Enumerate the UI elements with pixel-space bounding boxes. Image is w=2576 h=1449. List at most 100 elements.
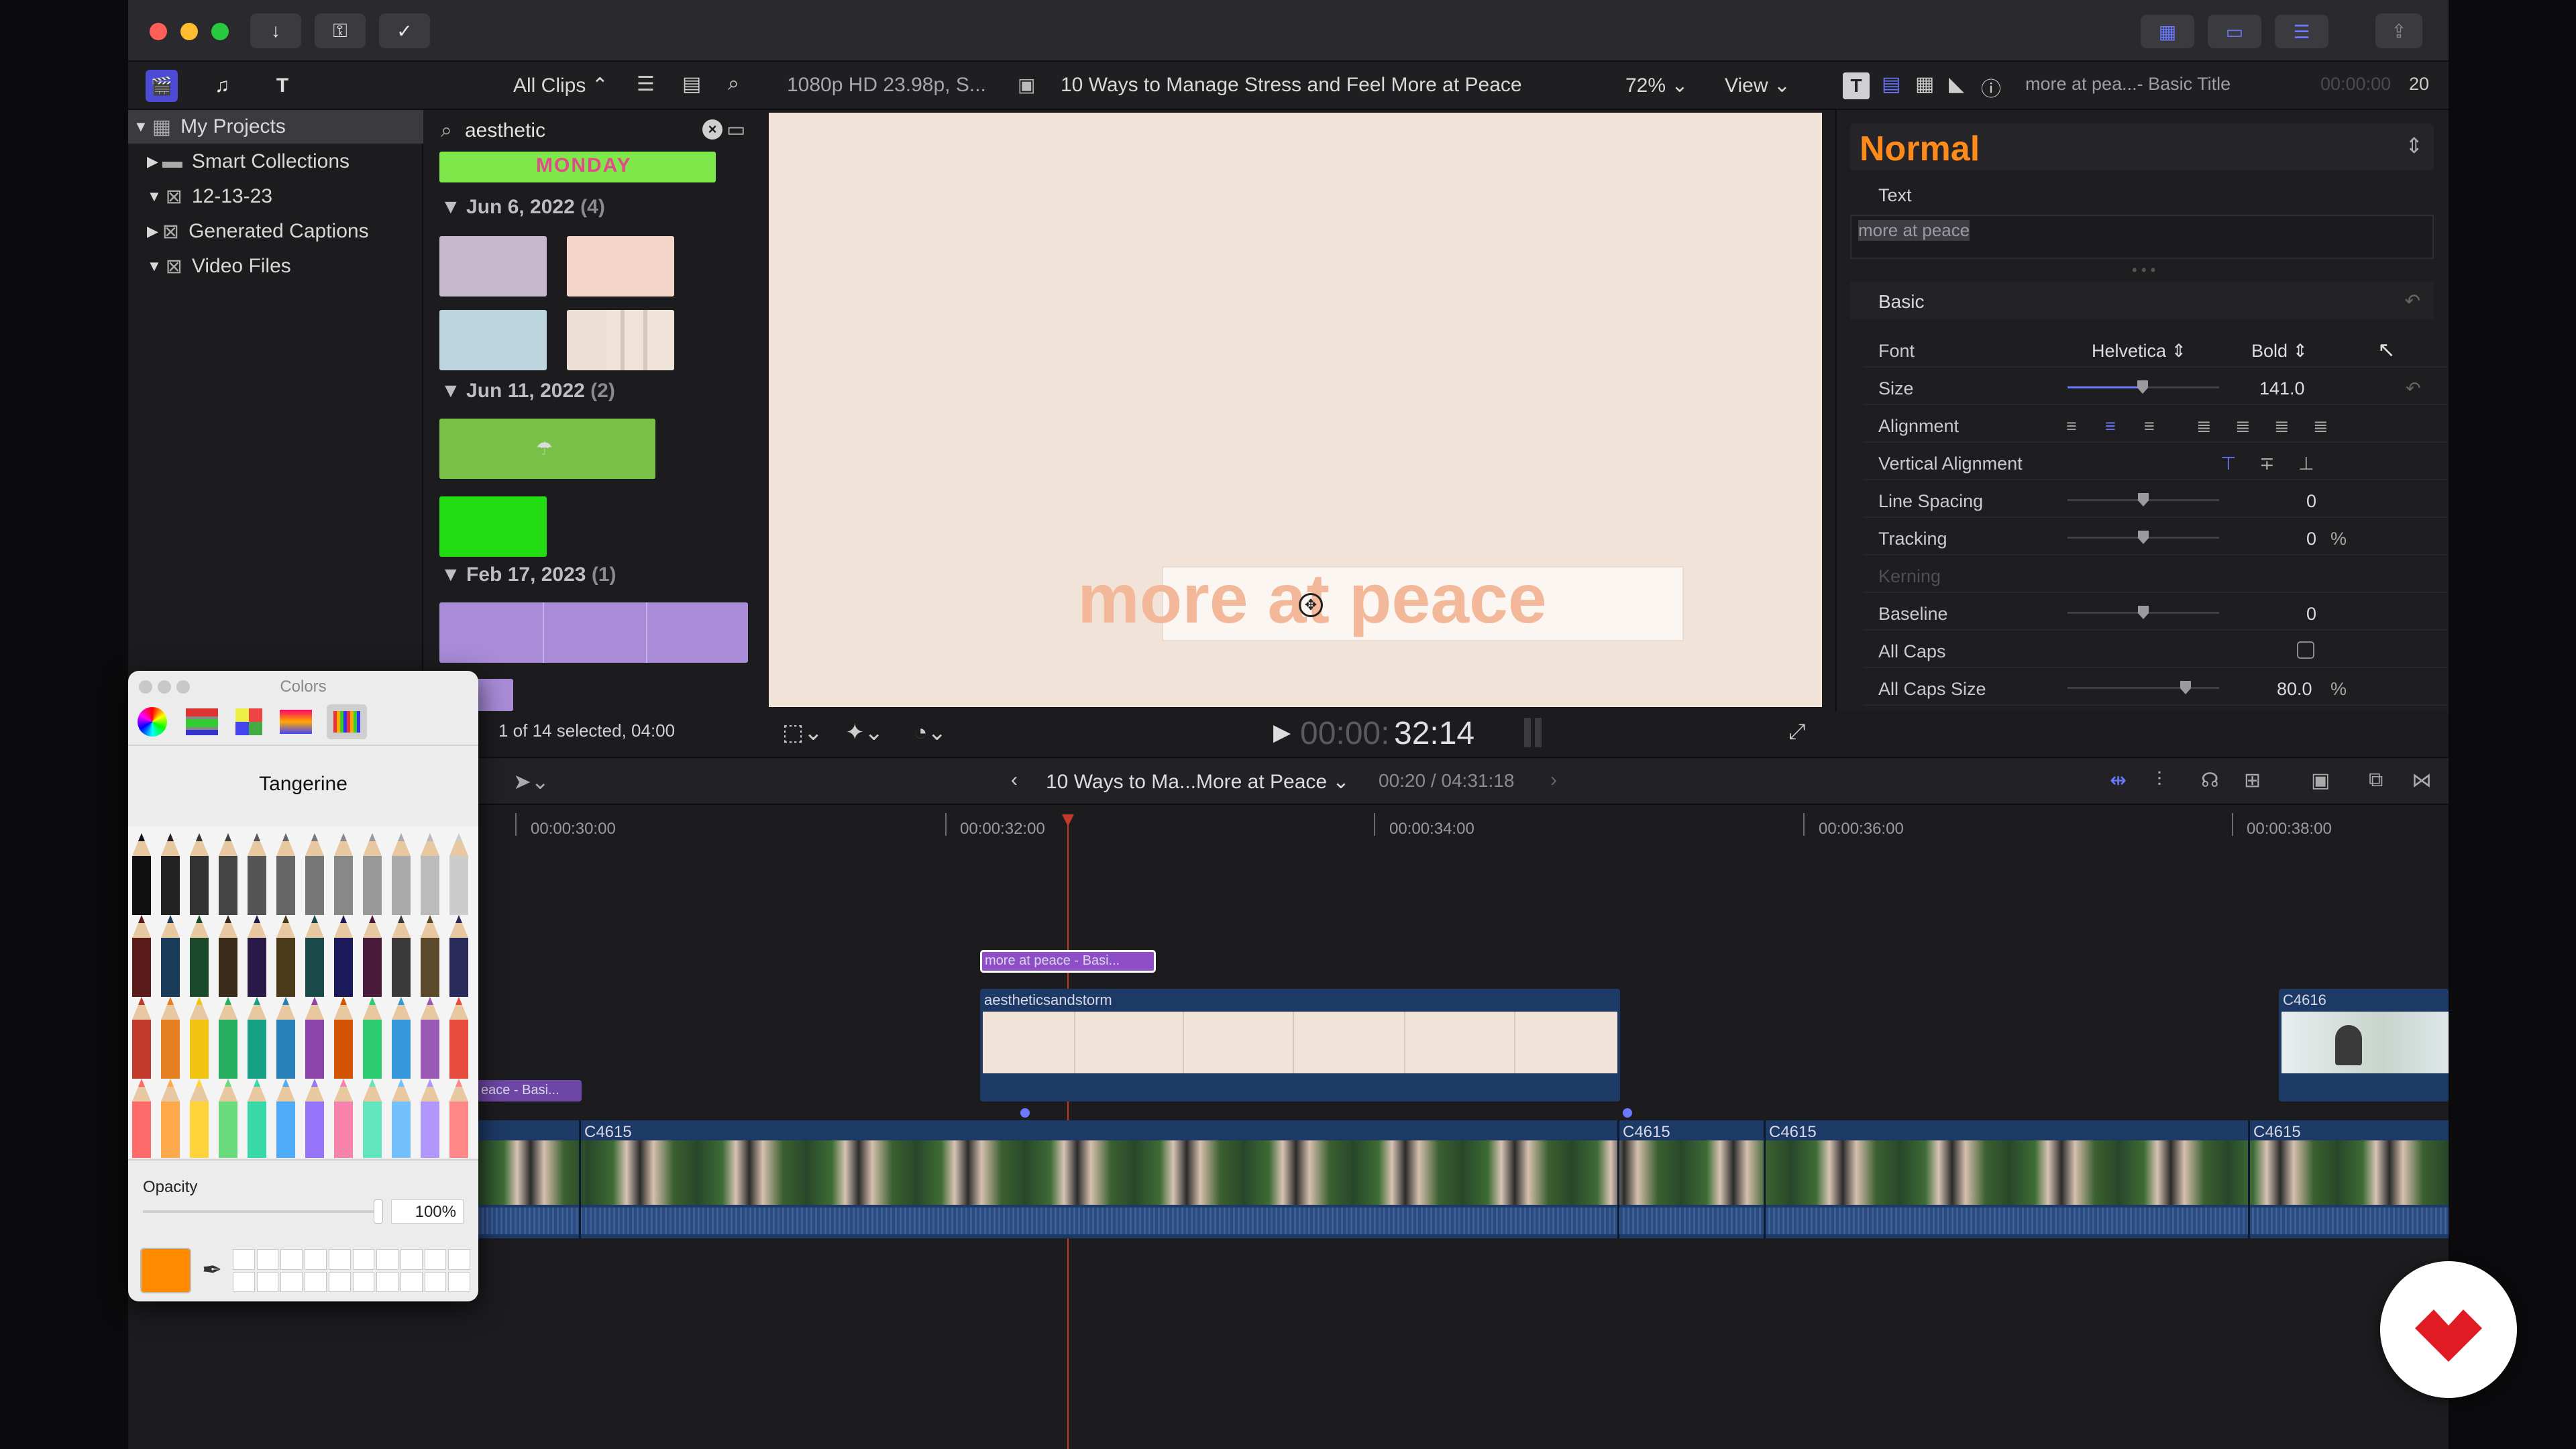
justify-center-icon[interactable]: ≣: [2235, 416, 2251, 437]
empty-swatch[interactable]: [400, 1249, 423, 1270]
view-dropdown[interactable]: View ⌄: [1725, 74, 1790, 97]
keyword-button[interactable]: ⚿: [315, 13, 366, 48]
empty-swatch[interactable]: [233, 1249, 255, 1270]
browser-toggle-button[interactable]: ▦: [2141, 15, 2194, 48]
empty-swatch[interactable]: [448, 1271, 470, 1292]
size-slider[interactable]: [2068, 380, 2219, 394]
all-clips-filter[interactable]: All Clips ⌃: [513, 74, 608, 97]
titles-generators-icon[interactable]: T: [266, 70, 299, 102]
sidebar-item-12-13-23[interactable]: ▼ ⊠ 12-13-23: [128, 180, 423, 213]
all-caps-checkbox[interactable]: [2297, 641, 2314, 659]
empty-swatch[interactable]: [376, 1249, 398, 1270]
audio-skimming-icon[interactable]: ⫶: [2157, 769, 2162, 792]
clip-thumbnail[interactable]: [567, 236, 674, 297]
transform-tool-icon[interactable]: ⬚⌄: [782, 719, 823, 746]
zoom-window-button[interactable]: [211, 23, 229, 40]
sidebar-item-video-files[interactable]: ▼ ⊠ Video Files: [128, 250, 423, 283]
connected-video-clip-right[interactable]: C4616: [2279, 989, 2449, 1102]
color-palettes-icon[interactable]: [235, 708, 262, 735]
pencils-tab[interactable]: [327, 704, 367, 739]
forward-icon[interactable]: ›: [1550, 769, 1557, 792]
zoom-dropdown[interactable]: 72% ⌄: [1625, 74, 1688, 97]
clip-thumbnail-green[interactable]: ☂: [439, 419, 655, 479]
clip-thumbnail-monday[interactable]: MONDAY: [439, 152, 716, 182]
solo-icon[interactable]: ☊: [2201, 769, 2219, 792]
clear-search-icon[interactable]: ×: [702, 119, 722, 140]
custom-swatches[interactable]: [233, 1249, 470, 1292]
text-field[interactable]: more at peace: [1850, 215, 2434, 259]
color-inspector-icon[interactable]: ◣: [1949, 72, 1964, 96]
justify-right-icon[interactable]: ≣: [2274, 416, 2290, 437]
sidebar-item-smart-collections[interactable]: ▶ ▬ Smart Collections: [128, 145, 423, 178]
playhead-handle-icon[interactable]: [1062, 814, 1074, 826]
size-value[interactable]: 141.0: [2259, 378, 2305, 399]
enhance-wand-icon[interactable]: ✦⌄: [845, 719, 883, 746]
empty-swatch[interactable]: [424, 1271, 447, 1292]
close-window-button[interactable]: [150, 23, 167, 40]
empty-swatch[interactable]: [256, 1271, 279, 1292]
color-wheel-icon[interactable]: [138, 707, 167, 737]
libraries-icon[interactable]: 🎬: [146, 70, 178, 102]
date-group-feb-17[interactable]: ▼ Feb 17, 2023 (1): [441, 564, 616, 586]
opacity-slider[interactable]: [143, 1199, 383, 1224]
primary-storyline[interactable]: C4615 C4615 C4615 C4615: [477, 1120, 2449, 1238]
arrow-tool-icon[interactable]: ➤⌄: [513, 769, 549, 794]
empty-swatch[interactable]: [256, 1249, 279, 1270]
empty-swatch[interactable]: [376, 1271, 398, 1292]
align-center-icon[interactable]: ≡: [2105, 416, 2116, 437]
clip-thumbnail-purple-filmstrip[interactable]: [439, 602, 748, 663]
empty-swatch[interactable]: [328, 1249, 351, 1270]
empty-swatch[interactable]: [424, 1249, 447, 1270]
reset-icon[interactable]: ↶: [2406, 378, 2421, 399]
align-bottom-icon[interactable]: ⊥: [2298, 453, 2314, 474]
date-group-jun-11[interactable]: ▼ Jun 11, 2022 (2): [441, 380, 615, 402]
fullscreen-icon[interactable]: ⤢: [1788, 719, 1806, 745]
clip-thumbnail-aesthetic[interactable]: [567, 310, 674, 370]
filmstrip-view-icon[interactable]: ▤: [682, 72, 701, 96]
video-inspector-icon[interactable]: ▦: [1915, 72, 1934, 96]
list-view-icon[interactable]: ☰: [637, 72, 655, 96]
empty-swatch[interactable]: [305, 1271, 327, 1292]
play-icon[interactable]: ▶: [1273, 719, 1291, 746]
clip-thumbnail-greenscreen[interactable]: [439, 496, 547, 557]
date-group-jun-6[interactable]: ▼ Jun 6, 2022 (4): [441, 196, 605, 219]
preset-dropdown[interactable]: Normal ⇕: [1850, 123, 2434, 170]
all-caps-size-slider[interactable]: [2068, 681, 2219, 694]
align-left-icon[interactable]: ≡: [2066, 416, 2077, 437]
opacity-input[interactable]: 100%: [391, 1199, 464, 1224]
selected-color-swatch[interactable]: [140, 1248, 191, 1293]
viewer-canvas[interactable]: more at peace ✥: [769, 113, 1822, 707]
resize-handle-icon[interactable]: • • •: [2132, 262, 2155, 279]
align-middle-icon[interactable]: ∓: [2259, 453, 2275, 474]
import-button[interactable]: ↓: [250, 13, 301, 48]
empty-swatch[interactable]: [280, 1271, 303, 1292]
align-top-icon[interactable]: ⊤: [2220, 453, 2237, 474]
retime-icon[interactable]: ◔⌄: [914, 719, 947, 746]
timeline-project-dropdown[interactable]: 10 Ways to Ma...More at Peace ⌄: [1046, 770, 1350, 794]
align-right-icon[interactable]: ≡: [2144, 416, 2155, 437]
text-inspector-icon[interactable]: T: [1843, 72, 1870, 99]
title-clip-selected[interactable]: more at peace - Basi...: [980, 950, 1156, 973]
empty-swatch[interactable]: [352, 1249, 375, 1270]
empty-swatch[interactable]: [352, 1271, 375, 1292]
sidebar-item-generated-captions[interactable]: ▶ ⊠ Generated Captions: [128, 215, 423, 248]
empty-swatch[interactable]: [305, 1249, 327, 1270]
browser-search-input[interactable]: aesthetic: [465, 119, 545, 142]
font-weight-dropdown[interactable]: Bold ⇕: [2251, 341, 2308, 362]
title-clip[interactable]: eace - Basi...: [477, 1080, 582, 1102]
empty-swatch[interactable]: [448, 1249, 470, 1270]
pencil-grid[interactable]: [128, 826, 478, 1161]
effects-browser-icon[interactable]: ⧉: [2369, 769, 2383, 792]
timeline-toggle-button[interactable]: ▭: [2208, 15, 2261, 48]
font-family-dropdown[interactable]: Helvetica ⇕: [2092, 341, 2186, 362]
reset-icon[interactable]: ↶: [2405, 290, 2420, 312]
skimming-icon[interactable]: ⇹: [2110, 769, 2127, 792]
snapping-icon[interactable]: ⊞: [2244, 769, 2261, 792]
connected-video-clip[interactable]: aestheticsandstorm: [980, 989, 1620, 1102]
sidebar-item-my-projects[interactable]: ▼ ▦ My Projects: [128, 110, 423, 144]
justify-full-icon[interactable]: ≣: [2313, 416, 2328, 437]
justify-left-icon[interactable]: ≣: [2196, 416, 2212, 437]
inspector-toggle-button[interactable]: ☰: [2275, 15, 2328, 48]
empty-swatch[interactable]: [233, 1271, 255, 1292]
eyedropper-icon[interactable]: ✒: [202, 1256, 222, 1284]
